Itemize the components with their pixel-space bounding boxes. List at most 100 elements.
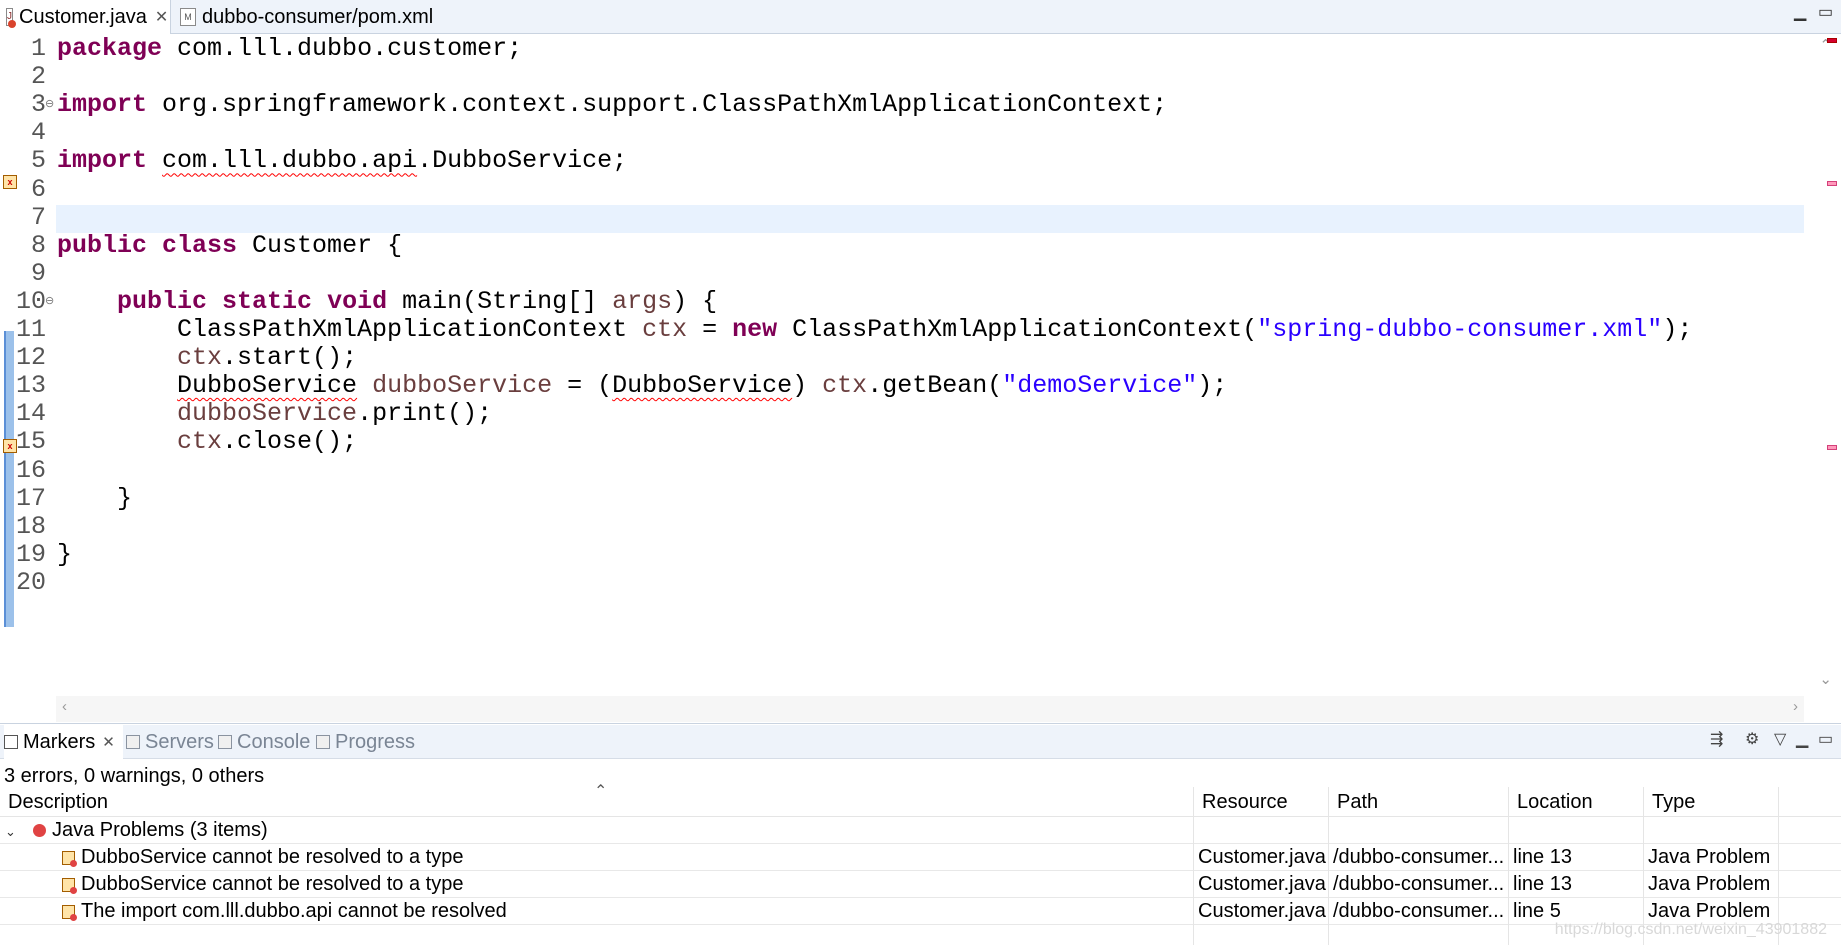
cell-text: Java Problem [1648,873,1771,895]
overview-error-mark[interactable] [1827,181,1837,186]
keyword-token: public [117,286,208,316]
overview-error-mark[interactable] [1827,445,1837,450]
variable-token: ctx [642,315,688,344]
fold-toggle-icon[interactable]: ⊖ [45,285,54,318]
column-header-resource[interactable]: Resource [1193,787,1328,817]
java-problem-icon [62,877,77,894]
code-line[interactable]: } [57,538,72,571]
variable-token: args [612,286,673,316]
editor-tab-pom-xml[interactable]: M dubbo-consumer/pom.xml [174,0,439,34]
table-row[interactable]: DubboService cannot be resolved to a typ… [0,871,1841,898]
maximize-icon[interactable]: ▭ [1818,729,1833,749]
progress-icon [316,735,330,749]
table-header: Description ⌃ Resource Path Location Typ… [0,783,1841,817]
code-token: .getBean( [867,371,1003,401]
keyword-token: class [162,230,238,260]
fold-toggle-icon[interactable]: ⊖ [45,88,54,121]
editor-tab-label: Customer.java [19,5,147,28]
code-token: Customer { [237,230,403,260]
filter-icon[interactable]: ⚙ [1745,729,1759,749]
minimize-icon[interactable]: ▁ [1796,729,1808,749]
focus-icon[interactable]: ⇶ [1710,729,1723,749]
code-editor[interactable]: x x 1 package com.lll.dubbo.customer; 2 3 ⊖ i… [0,34,1841,724]
code-token: .print(); [357,399,493,429]
annotation-ruler: x x [0,34,17,724]
code-token: = [687,315,733,344]
code-line[interactable]: import com.lll.dubbo.api.DubboService; [57,144,627,177]
code-token: ) { [672,286,718,316]
java-error-file-icon: J [6,8,16,28]
cell-type: Java Problem [1643,871,1778,898]
code-token: ClassPathXmlApplicationContext( [777,315,1258,344]
editor-tab-bar: J Customer.java ✕ M dubbo-consumer/pom.x… [0,0,1841,34]
view-menu-icon[interactable]: ▽ [1774,729,1786,749]
cell-resource: Customer.java [1193,844,1328,871]
error-summary-icon[interactable] [1827,38,1837,43]
group-row[interactable]: ⌄ Java Problems (3 items) [0,817,1841,844]
overview-ruler[interactable]: ⌃ ⌄ [1805,34,1841,694]
minimize-icon[interactable]: ▁ [1794,2,1806,22]
scroll-right-icon[interactable]: › [1793,698,1798,715]
line-number: 20 [15,567,46,597]
chevron-down-icon[interactable]: ⌄ [5,818,19,844]
tab-markers[interactable]: Markers ✕ [4,725,123,759]
code-token: com.lll.dubbo.customer; [162,34,523,63]
cell-type: Java Problem [1643,844,1778,871]
cell-text: /dubbo-consumer... [1333,900,1505,922]
cell-text: Customer.java [1198,900,1326,922]
code-line[interactable]: } [57,482,132,515]
error-token: DubboService [177,371,358,401]
code-line[interactable]: ctx.close(); [57,425,357,458]
console-icon [218,735,232,749]
cell-text: Customer.java [1198,846,1326,868]
tab-servers[interactable]: Servers [126,725,214,759]
code-token: = ( [552,371,613,401]
cell-text: line 5 [1513,900,1561,922]
maven-xml-file-icon: M [180,8,196,26]
column-divider [1193,787,1194,945]
cell-text: /dubbo-consumer... [1333,873,1505,895]
scroll-down-icon[interactable]: ⌄ [1819,670,1832,688]
cell-path: /dubbo-consumer... [1328,871,1508,898]
markers-summary: 3 errors, 0 warnings, 0 others [4,765,265,787]
code-token: ) [792,371,823,401]
variable-token: ctx [177,427,223,457]
group-label: Java Problems (3 items) [52,819,268,841]
cell-path: /dubbo-consumer... [1328,898,1508,925]
cell-description: DubboService cannot be resolved to a typ… [0,844,1193,871]
tab-console[interactable]: Console [218,725,310,759]
variable-token: dubboService [177,399,358,429]
string-token: "spring-dubbo-consumer.xml" [1257,315,1663,344]
tab-progress[interactable]: Progress [316,725,415,759]
close-icon[interactable]: ✕ [102,733,115,751]
column-header-type[interactable]: Type [1643,787,1778,817]
code-line[interactable]: import org.springframework.context.suppo… [57,88,1167,121]
keyword-token: static [222,286,313,316]
editor-tab-customer-java[interactable]: J Customer.java ✕ [0,0,171,34]
horizontal-scrollbar[interactable]: ‹ › [56,696,1804,722]
maximize-icon[interactable]: ▭ [1818,2,1833,22]
keyword-token: void [327,286,388,316]
tab-label: Servers [145,730,214,753]
variable-token: ctx [822,371,868,401]
close-icon[interactable]: ✕ [155,7,168,27]
markers-view: Markers ✕ Servers Console Progress ⇶ ⚙ ▽… [0,725,1841,945]
cell-text: DubboService cannot be resolved to a typ… [81,846,464,868]
error-icon [33,824,46,838]
markers-icon [4,735,18,749]
scroll-left-icon[interactable]: ‹ [62,698,67,715]
column-header-path[interactable]: Path [1328,787,1508,817]
code-line[interactable]: package com.lll.dubbo.customer; [57,32,522,65]
variable-token: dubboService [372,371,553,401]
cell-text: Java Problem [1648,900,1771,922]
code-line[interactable]: public class Customer { [57,229,402,262]
editor-tab-label: dubbo-consumer/pom.xml [202,5,434,28]
column-header-location[interactable]: Location [1508,787,1643,817]
keyword-token: public [57,230,148,260]
cell-text: line 13 [1513,873,1572,895]
table-row[interactable]: DubboService cannot be resolved to a typ… [0,844,1841,871]
